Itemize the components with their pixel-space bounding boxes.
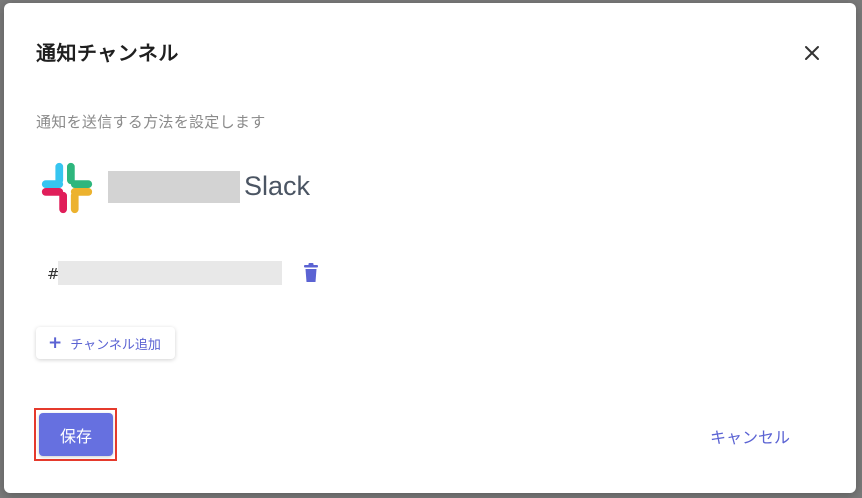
cancel-button[interactable]: キャンセル <box>704 423 796 449</box>
notification-channel-dialog: 通知チャンネル 通知を送信する方法を設定します Slack # + チャンネル追… <box>4 3 856 493</box>
close-icon <box>805 46 819 60</box>
close-button[interactable] <box>800 41 824 65</box>
slack-logo-icon <box>41 162 93 214</box>
trash-icon <box>304 263 318 282</box>
channel-name-redacted <box>58 261 282 285</box>
plus-icon: + <box>48 332 63 353</box>
add-channel-label: チャンネル追加 <box>70 337 161 353</box>
save-button[interactable]: 保存 <box>39 413 113 456</box>
dialog-description: 通知を送信する方法を設定します <box>36 113 266 131</box>
dialog-title: 通知チャンネル <box>36 41 179 65</box>
integration-name: Slack <box>244 171 311 201</box>
delete-channel-button[interactable] <box>303 263 319 283</box>
workspace-name-redacted <box>108 171 240 203</box>
add-channel-button[interactable]: + チャンネル追加 <box>36 327 175 359</box>
